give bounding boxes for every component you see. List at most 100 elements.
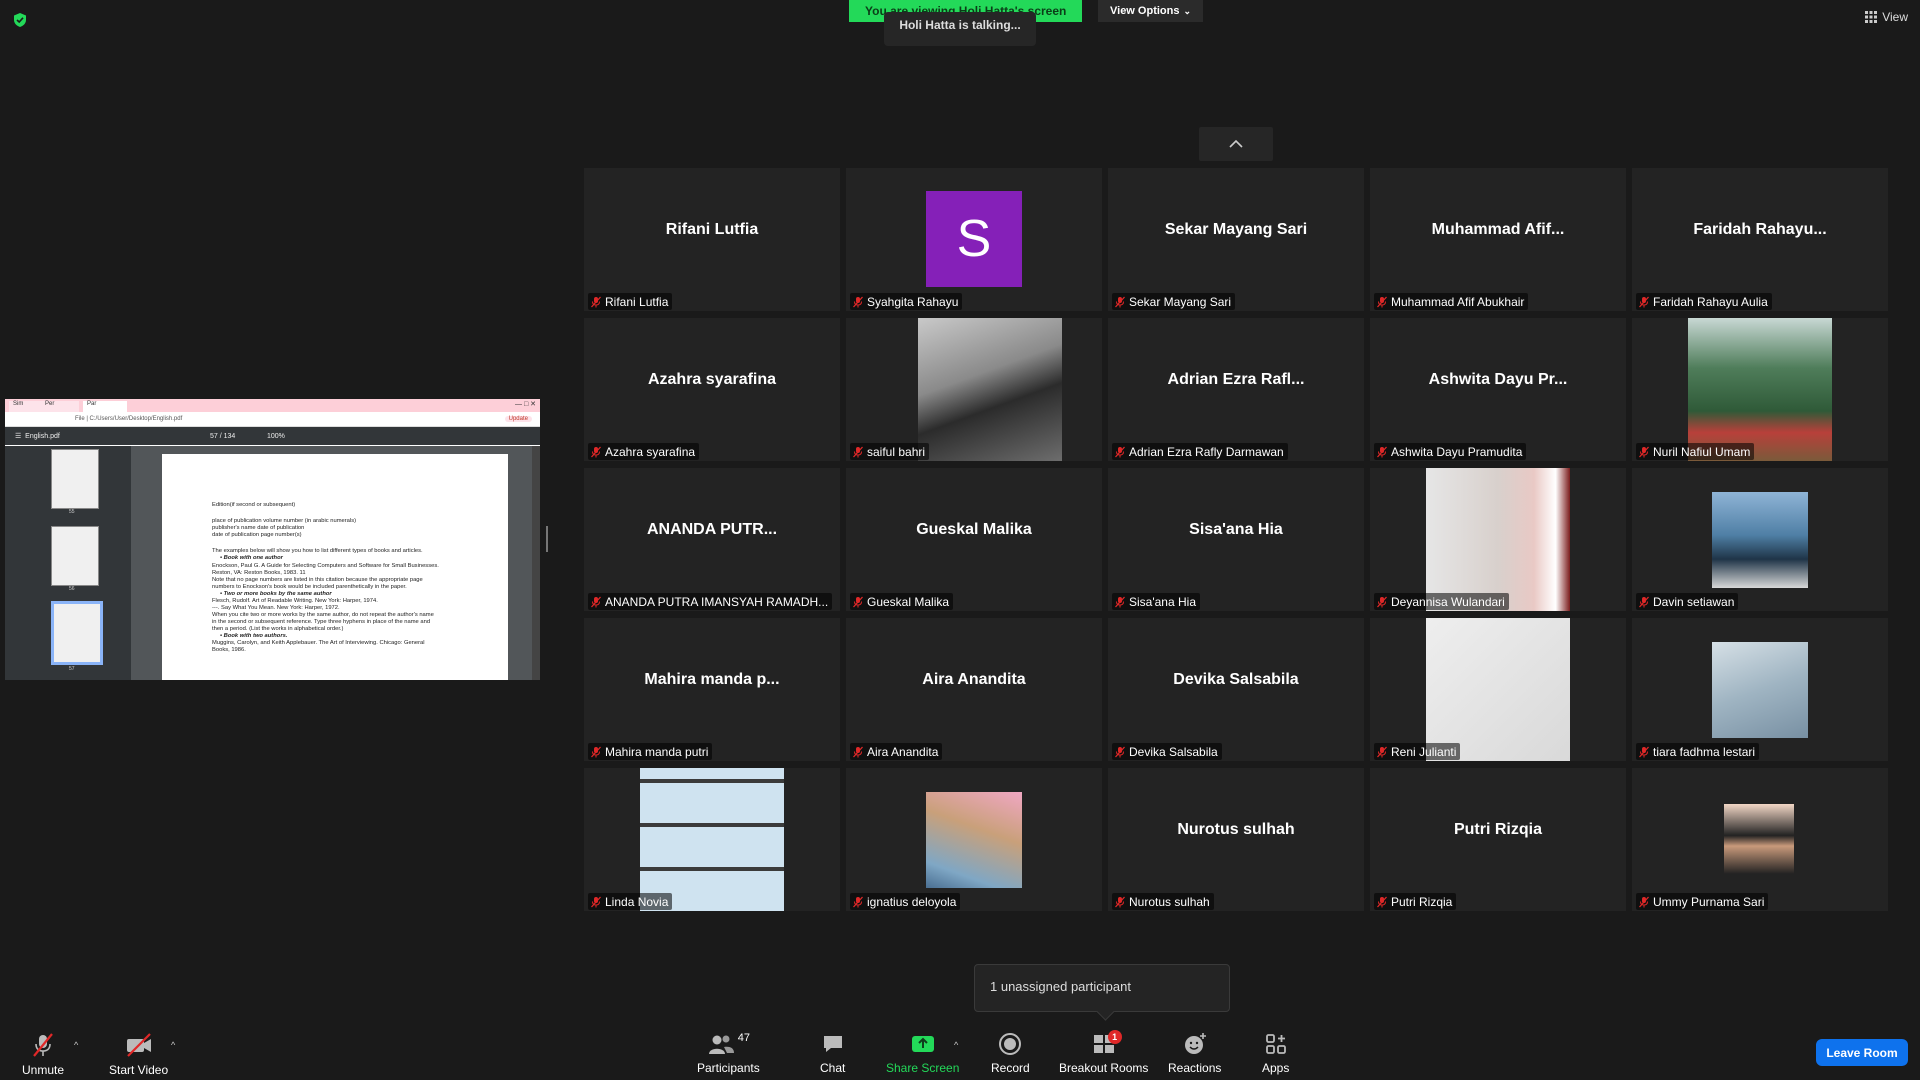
participant-tile[interactable]: Linda Novia: [584, 768, 840, 911]
participants-button[interactable]: 47 Participants: [697, 1032, 760, 1075]
muted-microphone-icon: [591, 596, 601, 607]
address-bar: File | C:/Users/User/Desktop/English.pdf…: [5, 412, 540, 427]
participant-tile[interactable]: Sekar Mayang Sari Sekar Mayang Sari: [1108, 168, 1364, 311]
participant-tile[interactable]: Ummy Purnama Sari: [1632, 768, 1888, 911]
muted-microphone-icon: [1115, 596, 1125, 607]
view-layout-button[interactable]: View: [1865, 10, 1908, 24]
participant-tile[interactable]: tiara fadhma lestari: [1632, 618, 1888, 761]
thumb-label: 56: [69, 586, 75, 592]
participant-tile[interactable]: Ashwita Dayu Pr... Ashwita Dayu Pramudita: [1370, 318, 1626, 461]
breakout-rooms-button[interactable]: 1 Breakout Rooms: [1059, 1030, 1148, 1075]
participant-tile[interactable]: Devika Salsabila Devika Salsabila: [1108, 618, 1364, 761]
participant-tile[interactable]: S Syahgita Rahayu: [846, 168, 1102, 311]
participant-name-label: Gueskal Malika: [850, 593, 954, 610]
participant-tile[interactable]: Nurotus sulhah Nurotus sulhah: [1108, 768, 1364, 911]
view-options-button[interactable]: View Options ⌄: [1098, 0, 1204, 22]
participant-display-name: Faridah Rahayu...: [1693, 221, 1827, 238]
participant-name-label: Syahgita Rahayu: [850, 293, 963, 310]
participant-name: Rifani Lutfia: [605, 294, 669, 309]
pdf-text-line: then a period. (List the works in alphab…: [212, 626, 344, 632]
participant-tile[interactable]: Deyannisa Wulandari: [1370, 468, 1626, 611]
shared-screen-view[interactable]: Sim Per Par — □ ✕ File | C:/Users/User/D…: [5, 399, 540, 680]
participant-name: Sisa'ana Hia: [1129, 594, 1196, 609]
pdf-page: Edition(if second or subsequent) place o…: [162, 454, 508, 680]
muted-microphone-icon: [853, 296, 863, 307]
participant-tile[interactable]: Mahira manda p... Mahira manda putri: [584, 618, 840, 761]
start-video-button[interactable]: Start Video: [109, 1032, 168, 1077]
pdf-text-line: When you cite two or more works by the s…: [212, 612, 434, 618]
participants-icon: [708, 1035, 734, 1054]
muted-microphone-icon: [853, 746, 863, 757]
muted-microphone-icon: [853, 596, 863, 607]
pdf-text-line: The examples below will show you how to …: [212, 548, 423, 554]
participant-name-label: Nurotus sulhah: [1112, 893, 1214, 910]
participant-video-image: [918, 318, 1062, 461]
encryption-shield-icon[interactable]: [12, 12, 28, 28]
pdf-thumbnail-sidebar: 55 56 57: [5, 446, 131, 680]
participant-name-label: Devika Salsabila: [1112, 743, 1222, 760]
participant-tile[interactable]: Reni Julianti: [1370, 618, 1626, 761]
audio-options-caret[interactable]: ^: [74, 1040, 78, 1050]
update-badge: Update: [504, 416, 532, 422]
pdf-text-line: Flesch, Rudolf. Art of Readable Writing.…: [212, 598, 378, 604]
participant-tile[interactable]: saiful bahri: [846, 318, 1102, 461]
participant-name-label: Azahra syarafina: [588, 443, 700, 460]
participant-tile[interactable]: Azahra syarafina Azahra syarafina: [584, 318, 840, 461]
unmute-label: Unmute: [22, 1063, 65, 1077]
reactions-button[interactable]: Reactions: [1168, 1032, 1221, 1075]
participant-tile[interactable]: Rifani Lutfia Rifani Lutfia: [584, 168, 840, 311]
participant-tile[interactable]: Aira Anandita Aira Anandita: [846, 618, 1102, 761]
pdf-text-line: Edition(if second or subsequent): [212, 502, 296, 508]
menu-icon: ☰: [15, 433, 26, 440]
record-button[interactable]: Record: [991, 1032, 1030, 1075]
participant-tile[interactable]: Adrian Ezra Rafl... Adrian Ezra Rafly Dar…: [1108, 318, 1364, 461]
participant-tile[interactable]: ANANDA PUTR... ANANDA PUTRA IMANSYAH RAMA…: [584, 468, 840, 611]
participant-name: ignatius deloyola: [867, 894, 957, 909]
participant-name: Nurotus sulhah: [1129, 894, 1210, 909]
participant-tile[interactable]: Davin setiawan: [1632, 468, 1888, 611]
participant-name: Sekar Mayang Sari: [1129, 294, 1232, 309]
participant-name: Faridah Rahayu Aulia: [1653, 294, 1768, 309]
participant-name-label: tiara fadhma lestari: [1636, 743, 1760, 760]
resize-handle[interactable]: [546, 526, 548, 552]
participant-name-label: Putri Rizqia: [1374, 893, 1457, 910]
participant-tile[interactable]: Muhammad Afif... Muhammad Afif Abukhair: [1370, 168, 1626, 311]
apps-button[interactable]: Apps: [1262, 1032, 1289, 1075]
participant-name-label: Davin setiawan: [1636, 593, 1739, 610]
pdf-text-line: ---. Say What You Mean. New York: Harper…: [212, 605, 340, 611]
unassigned-participant-popover[interactable]: 1 unassigned participant: [974, 964, 1230, 1012]
participant-name-label: Nuril Nafiul Umam: [1636, 443, 1755, 460]
muted-microphone-icon: [1639, 896, 1649, 907]
muted-microphone-icon: [1377, 596, 1387, 607]
chat-button[interactable]: Chat: [820, 1032, 845, 1075]
pdf-page-indicator: 57 / 134: [210, 432, 236, 440]
muted-microphone-icon: [1639, 296, 1649, 307]
share-screen-button[interactable]: Share Screen: [886, 1032, 959, 1075]
participant-display-name: Aira Anandita: [922, 671, 1026, 688]
participant-name-label: Aira Anandita: [850, 743, 943, 760]
participant-tile[interactable]: Gueskal Malika Gueskal Malika: [846, 468, 1102, 611]
participant-name-label: ignatius deloyola: [850, 893, 961, 910]
share-options-caret[interactable]: ^: [954, 1040, 958, 1050]
participant-tile[interactable]: ignatius deloyola: [846, 768, 1102, 911]
participant-name-label: Faridah Rahayu Aulia: [1636, 293, 1772, 310]
pdf-thumbnail: [51, 526, 99, 586]
participant-name: Ummy Purnama Sari: [1653, 894, 1765, 909]
muted-microphone-icon: [1639, 596, 1649, 607]
collapse-gallery-button[interactable]: [1199, 127, 1273, 161]
participant-tile[interactable]: Putri Rizqia Putri Rizqia: [1370, 768, 1626, 911]
participant-name-label: Reni Julianti: [1374, 743, 1461, 760]
participant-name: ANANDA PUTRA IMANSYAH RAMADH...: [605, 594, 829, 609]
unmute-button[interactable]: Unmute: [22, 1032, 64, 1077]
video-options-caret[interactable]: ^: [171, 1040, 175, 1050]
participant-tile[interactable]: Sisa'ana Hia Sisa'ana Hia: [1108, 468, 1364, 611]
pdf-text-line: publisher's name date of publication: [212, 525, 305, 531]
participant-name: Adrian Ezra Rafly Darmawan: [1129, 444, 1284, 459]
participant-tile[interactable]: Nuril Nafiul Umam: [1632, 318, 1888, 461]
share-screen-label: Share Screen: [886, 1061, 960, 1075]
participant-display-name: Sisa'ana Hia: [1189, 521, 1283, 538]
thumb-label: 55: [69, 509, 75, 515]
participant-name: Muhammad Afif Abukhair: [1391, 294, 1525, 309]
leave-room-button[interactable]: Leave Room: [1816, 1039, 1908, 1066]
participant-tile[interactable]: Faridah Rahayu... Faridah Rahayu Aulia: [1632, 168, 1888, 311]
